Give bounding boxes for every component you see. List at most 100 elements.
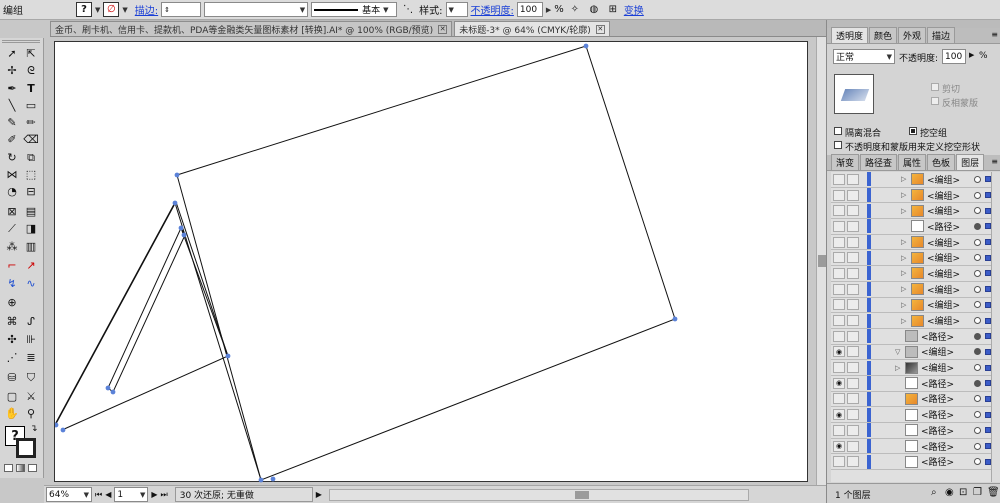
layer-row[interactable]: ◉ ▽ <编组> <box>831 344 999 361</box>
mask-thumbnail[interactable] <box>834 74 874 114</box>
wrinkle-tool-icon[interactable]: ⊪ <box>22 332 40 347</box>
tab-document-2[interactable]: 未标题-3* @ 64% (CMYK/轮廓) ✕ <box>454 21 610 36</box>
status-menu-icon[interactable]: ▶ <box>316 490 322 499</box>
artboard-number-field[interactable]: 1 ▼ <box>114 487 149 502</box>
knockout-group-checkbox[interactable] <box>909 127 917 135</box>
visibility-toggle[interactable] <box>833 173 845 185</box>
hand-icon[interactable]: ✋ <box>3 406 21 421</box>
direct-selection-tool-icon[interactable]: ⇱ <box>22 46 40 61</box>
artwork-paths[interactable] <box>55 45 676 481</box>
tab-gradient[interactable]: 渐变 <box>831 154 860 170</box>
paintbrush-tool-icon[interactable]: ✎ <box>3 115 21 130</box>
first-artboard-icon[interactable]: ⏮ <box>95 490 102 500</box>
lock-toggle[interactable] <box>847 267 859 279</box>
gradient-mode-icon[interactable] <box>16 464 25 472</box>
target-icon[interactable] <box>974 254 981 262</box>
blend-tool-icon[interactable]: ◨ <box>22 221 40 236</box>
warp-tool-icon[interactable]: ⌘ <box>3 314 21 329</box>
vertical-scrollbar[interactable] <box>816 37 826 485</box>
list-tool-icon[interactable]: ≣ <box>22 350 40 365</box>
visibility-toggle[interactable] <box>833 189 845 201</box>
knife-tool-icon[interactable]: ⚔ <box>22 389 40 404</box>
scale-tool-icon[interactable]: ⧉ <box>22 150 40 165</box>
magnifier-icon[interactable]: ⚲ <box>22 406 40 421</box>
brush-profile-select[interactable]: 基本 ▼ <box>311 2 398 17</box>
lock-toggle[interactable] <box>847 205 859 217</box>
visibility-toggle[interactable] <box>833 330 845 342</box>
visibility-toggle[interactable] <box>833 252 845 264</box>
target-icon[interactable] <box>974 285 981 293</box>
tab-attributes[interactable]: 属性 <box>898 154 927 170</box>
expand-triangle-icon[interactable]: ▷ <box>901 175 906 183</box>
lock-toggle[interactable] <box>847 377 859 389</box>
recolor-icon[interactable]: ✧ <box>567 2 583 17</box>
stroke-link[interactable]: 描边: <box>135 2 158 17</box>
new-layer-icon[interactable]: ❐ <box>973 487 982 498</box>
symbol-sprayer-tool-icon[interactable]: ⁂ <box>3 239 21 254</box>
live-paint-select-tool-icon[interactable]: ⛉ <box>22 370 40 385</box>
target-icon[interactable] <box>974 426 981 434</box>
pencil-tool-icon[interactable]: ✏ <box>22 115 40 130</box>
tab-swatches[interactable]: 色板 <box>927 154 956 170</box>
crop-tool-icon[interactable]: ▢ <box>3 389 21 404</box>
transform-link[interactable]: 变换 <box>624 2 644 17</box>
artboard[interactable] <box>54 41 809 483</box>
target-icon[interactable] <box>974 269 981 277</box>
scroll-thumb[interactable] <box>818 255 826 267</box>
close-icon[interactable]: ✕ <box>595 24 605 34</box>
visibility-toggle[interactable] <box>833 267 845 279</box>
visibility-toggle[interactable] <box>833 393 845 405</box>
pen-tool-icon[interactable]: ✒ <box>3 81 21 96</box>
style-swatch[interactable]: ▼ <box>445 2 468 17</box>
lock-toggle[interactable] <box>847 362 859 374</box>
visibility-toggle[interactable]: ◉ <box>833 409 845 421</box>
expand-triangle-icon[interactable]: ▷ <box>901 301 906 309</box>
tab-stroke[interactable]: 描边 <box>927 27 956 43</box>
lock-toggle[interactable] <box>847 315 859 327</box>
target-icon[interactable] <box>974 442 981 450</box>
layer-row[interactable]: ▷ <编组> <box>831 235 999 251</box>
visibility-toggle[interactable] <box>833 315 845 327</box>
align-icon[interactable]: ⊞ <box>605 2 621 17</box>
eyedropper-tool-icon[interactable]: ⟋ <box>3 221 21 236</box>
lock-toggle[interactable] <box>847 173 859 185</box>
layer-row[interactable]: <路径> <box>831 329 999 345</box>
layer-row[interactable]: <路径> <box>831 219 999 235</box>
horizontal-scrollbar[interactable] <box>328 488 749 501</box>
prev-artboard-icon[interactable]: ◀ <box>105 490 111 499</box>
zoom-tool-icon[interactable]: ∿ <box>22 276 40 291</box>
layer-row[interactable]: <路径> <box>831 391 999 408</box>
lock-toggle[interactable] <box>847 456 859 468</box>
expand-triangle-icon[interactable]: ▷ <box>895 364 900 372</box>
tab-transparency[interactable]: 透明度 <box>831 27 869 43</box>
target-icon[interactable] <box>974 238 981 246</box>
opacity-arrow-icon[interactable]: ▶ <box>969 51 974 59</box>
opacity-field[interactable]: 100 <box>516 2 543 17</box>
expand-triangle-icon[interactable]: ▷ <box>901 238 906 246</box>
color-mode-icon[interactable] <box>4 464 13 472</box>
stroke-dropdown-icon[interactable]: ▼ <box>122 6 127 14</box>
target-icon[interactable] <box>974 395 981 403</box>
visibility-toggle[interactable] <box>833 299 845 311</box>
layer-row[interactable]: ▷ <编组> <box>831 203 999 220</box>
lock-toggle[interactable] <box>847 252 859 264</box>
free-transform-tool-icon[interactable]: ⬚ <box>22 167 40 182</box>
shape-builder-tool-icon[interactable]: ◔ <box>3 184 21 199</box>
target-icon[interactable] <box>974 317 981 325</box>
layer-row[interactable]: <路径> <box>831 423 999 439</box>
layer-row[interactable]: ▷ <编组> <box>831 297 999 314</box>
anchor-points[interactable] <box>55 43 678 483</box>
layer-row[interactable]: ▷ <编组> <box>831 360 999 376</box>
width-tool-icon[interactable]: ⋈ <box>3 167 21 182</box>
selection-tool-icon[interactable]: ➚ <box>3 46 21 61</box>
tab-pathfinder[interactable]: 路径查 <box>860 154 898 170</box>
tab-document-1[interactable]: 金币、刷卡机、信用卡、提款机、PDA等金融类矢量图标素材 [转换].AI* @ … <box>50 21 453 36</box>
outline-artwork[interactable] <box>55 42 809 483</box>
expand-triangle-icon[interactable]: ▽ <box>895 348 900 356</box>
opacity-link[interactable]: 不透明度: <box>471 2 514 17</box>
zoom-select[interactable]: 64% ▼ <box>46 487 92 502</box>
target-icon[interactable] <box>974 175 981 183</box>
lock-toggle[interactable] <box>847 236 859 248</box>
lock-toggle[interactable] <box>847 346 859 358</box>
lock-toggle[interactable] <box>847 220 859 232</box>
